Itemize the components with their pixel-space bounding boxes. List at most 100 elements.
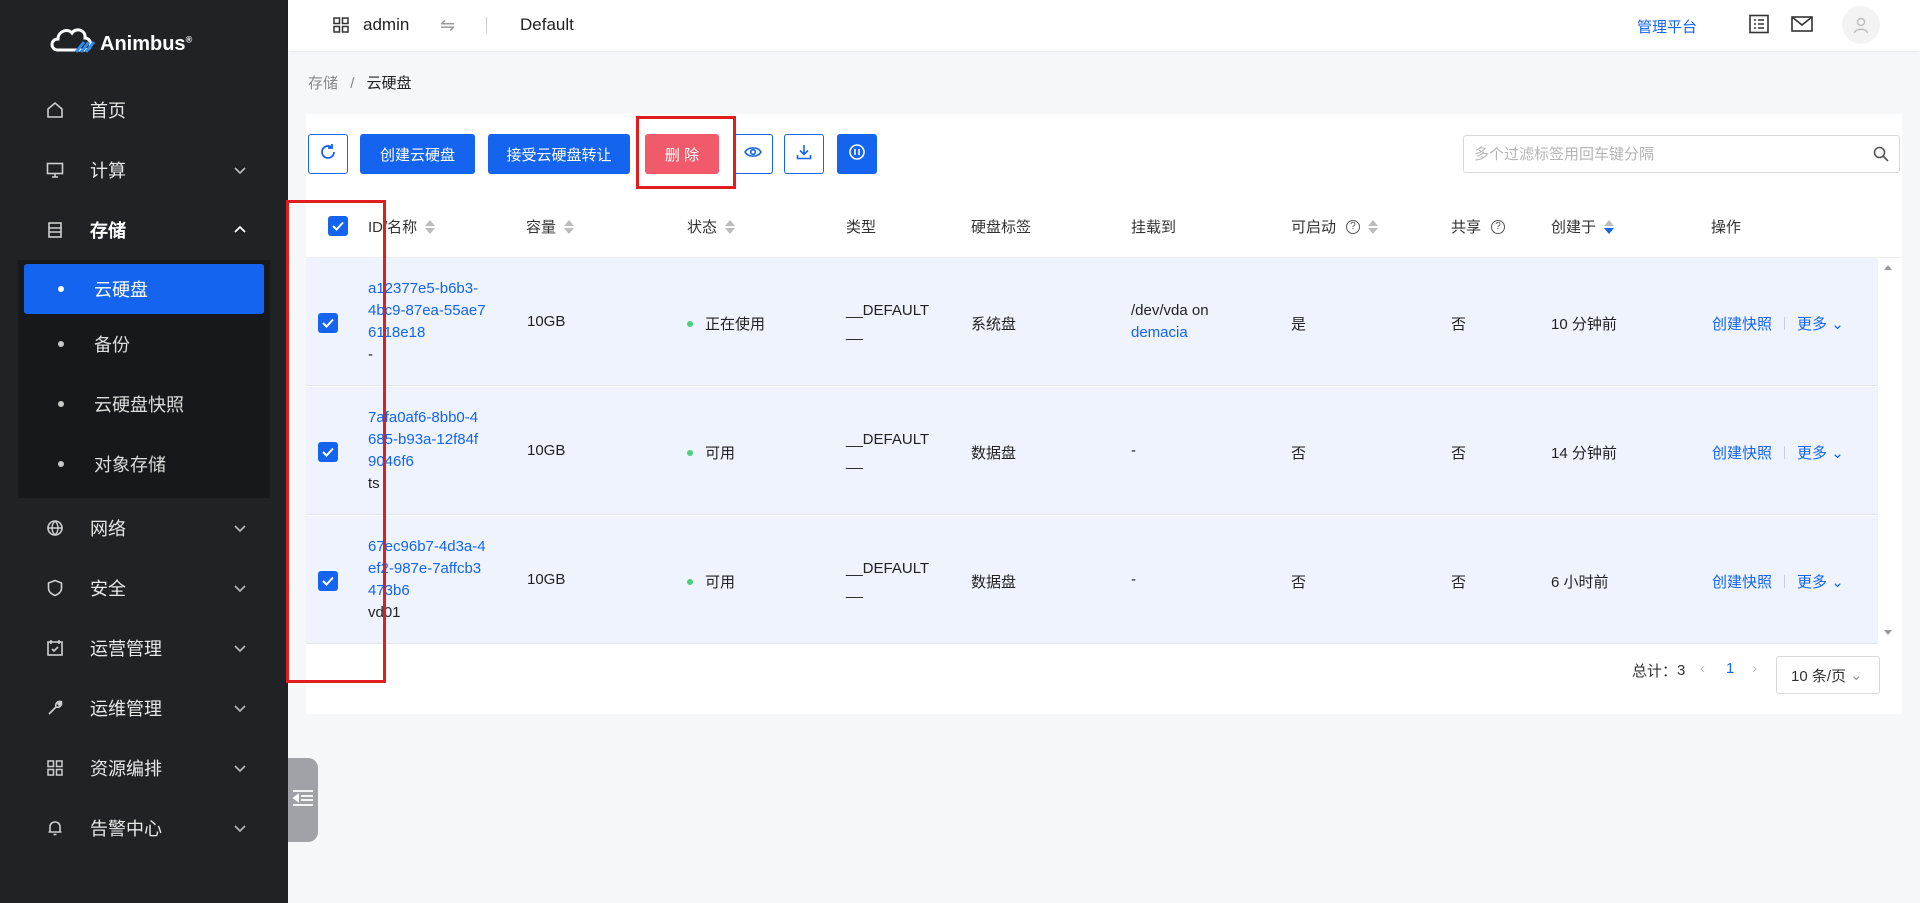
table-row[interactable]: 7afa0af6-8bb0-4685-b93a-12f84f9046f6 ts … [306,387,1878,515]
current-project[interactable]: Default [520,15,574,35]
column-label: 挂载到 [1131,219,1177,236]
sidebar-item-disk-snapshot[interactable]: 云硬盘快照 [18,374,270,434]
more-dropdown[interactable]: 更多 ⌄ [1797,571,1844,592]
filter-search[interactable] [1463,135,1900,173]
page-size-value: 10 条/页 [1791,667,1847,685]
status-dot [687,578,693,585]
disk-created: 14 分钟前 [1551,445,1617,462]
more-dropdown[interactable]: 更多 ⌄ [1797,442,1844,463]
create-snapshot-link[interactable]: 创建快照 [1712,571,1772,592]
sidebar-item-security[interactable]: 安全 [0,558,288,618]
more-dropdown[interactable]: 更多 ⌄ [1797,313,1844,334]
create-disk-button[interactable]: 创建云硬盘 [360,134,475,174]
sidebar-item-cloud-disk[interactable]: 云硬盘 [24,264,264,314]
column-bootable[interactable]: 可启动? [1291,216,1379,237]
divider [486,17,487,33]
column-id-name[interactable]: ID/名称 [368,216,436,237]
pause-button[interactable] [837,134,877,174]
create-snapshot-link[interactable]: 创建快照 [1712,442,1772,463]
sidebar-item-label: 存储 [90,221,126,241]
wrench-icon [46,699,64,717]
avatar[interactable] [1842,6,1880,44]
sort-desc-icon[interactable] [1604,219,1615,235]
page-size-select[interactable]: 10 条/页 ⌄ [1776,656,1880,694]
chevron-down-icon: ⌄ [1831,574,1844,591]
sort-icon[interactable] [725,219,736,235]
column-label: 状态 [687,219,718,236]
disk-created: 6 小时前 [1551,574,1609,591]
download-button[interactable] [784,134,824,174]
column-size[interactable]: 容量 [526,216,575,237]
brand-name: Animbus® [100,32,193,55]
breadcrumb-parent[interactable]: 存储 [308,75,338,92]
sidebar-item-object-storage[interactable]: 对象存储 [18,434,270,494]
sidebar-item-backup[interactable]: 备份 [18,314,270,374]
disk-tag: 数据盘 [971,445,1017,462]
column-label: 创建于 [1551,219,1597,236]
breadcrumb-current: 云硬盘 [366,75,412,92]
prev-page-icon[interactable]: ‹ [1700,660,1705,677]
select-all-checkbox[interactable] [328,216,348,236]
column-tag: 硬盘标签 [971,216,1031,237]
disk-id-link[interactable]: 7afa0af6-8bb0-4685-b93a-12f84f9046f6 [368,407,486,473]
disk-id-link[interactable]: 67ec96b7-4d3a-4ef2-987e-7affcb3473b6 [368,536,486,602]
column-label: 硬盘标签 [971,219,1032,236]
disk-id-name: a12377e5-b6b3-4bc9-87ea-55ae76118e18 - [368,278,486,366]
attached-instance-link[interactable]: demacia [1131,322,1209,344]
sidebar-item-network[interactable]: 网络 [0,498,288,558]
current-user[interactable]: admin [363,15,409,35]
storage-submenu: 云硬盘 备份 云硬盘快照 对象存储 [18,260,270,498]
home-icon [46,101,64,119]
sidebar-item-storage[interactable]: 存储 [0,200,288,260]
top-bar: admin ⇋ Default 管理平台 [288,0,1920,51]
refresh-button[interactable] [308,134,348,174]
delete-button[interactable]: 删 除 [645,134,719,174]
table-row[interactable]: 67ec96b7-4d3a-4ef2-987e-7affcb3473b6 vd0… [306,516,1878,644]
row-checkbox[interactable] [318,571,338,591]
view-button[interactable] [733,134,773,174]
sidebar-item-maintenance[interactable]: 运维管理 [0,678,288,738]
sort-icon[interactable] [1368,219,1379,235]
disk-type: __DEFAULT__ [846,560,930,599]
check-icon [322,447,334,457]
admin-platform-link[interactable]: 管理平台 [1637,16,1697,37]
sort-icon[interactable] [564,219,575,235]
column-status[interactable]: 状态 [687,216,736,237]
sidebar-item-compute[interactable]: 计算 [0,140,288,200]
sidebar-collapse-button[interactable] [288,758,318,842]
row-checkbox[interactable] [318,313,338,333]
sidebar: Animbus® 首页 计算 存储 云硬盘 备份 云硬盘快照 对象存储 网络 安… [0,0,288,903]
total-count: 3 [1677,662,1686,679]
sort-icon[interactable] [425,219,436,235]
disk-id-link[interactable]: a12377e5-b6b3-4bc9-87ea-55ae76118e18 [368,278,486,344]
collapse-menu-icon [291,788,315,813]
disk-id-name: 7afa0af6-8bb0-4685-b93a-12f84f9046f6 ts [368,407,486,495]
sidebar-item-alarms[interactable]: 告警中心 [0,798,288,858]
column-label: 可启动 [1291,219,1337,236]
table-row[interactable]: a12377e5-b6b3-4bc9-87ea-55ae76118e18 - 1… [306,258,1878,386]
sidebar-item-operations[interactable]: 运营管理 [0,618,288,678]
divider [1784,317,1786,330]
calendar-icon [46,639,64,657]
bullet-icon [58,286,64,292]
next-page-icon[interactable]: › [1752,660,1757,677]
attached-device: /dev/vda on [1131,302,1209,319]
sidebar-item-home[interactable]: 首页 [0,80,288,140]
search-input[interactable] [1464,136,1854,172]
mail-icon[interactable] [1790,14,1813,34]
disk-size: 10GB [527,571,566,588]
page-number[interactable]: 1 [1726,660,1734,677]
switch-icon[interactable]: ⇋ [440,15,455,36]
create-snapshot-link[interactable]: 创建快照 [1712,313,1772,334]
table-scrollbar[interactable] [1878,258,1898,642]
search-icon[interactable] [1873,146,1889,162]
accept-transfer-button[interactable]: 接受云硬盘转让 [488,134,630,174]
list-icon[interactable] [1748,14,1770,34]
help-icon[interactable]: ? [1346,219,1361,234]
row-checkbox[interactable] [318,442,338,462]
table-header: ID/名称 容量 状态 类型 硬盘标签 挂载到 可启动? 共享? 创建于 操作 [306,196,1902,258]
column-created[interactable]: 创建于 [1551,216,1615,237]
apps-grid-icon[interactable] [333,17,349,33]
sidebar-item-orchestration[interactable]: 资源编排 [0,738,288,798]
help-icon[interactable]: ? [1491,219,1506,234]
